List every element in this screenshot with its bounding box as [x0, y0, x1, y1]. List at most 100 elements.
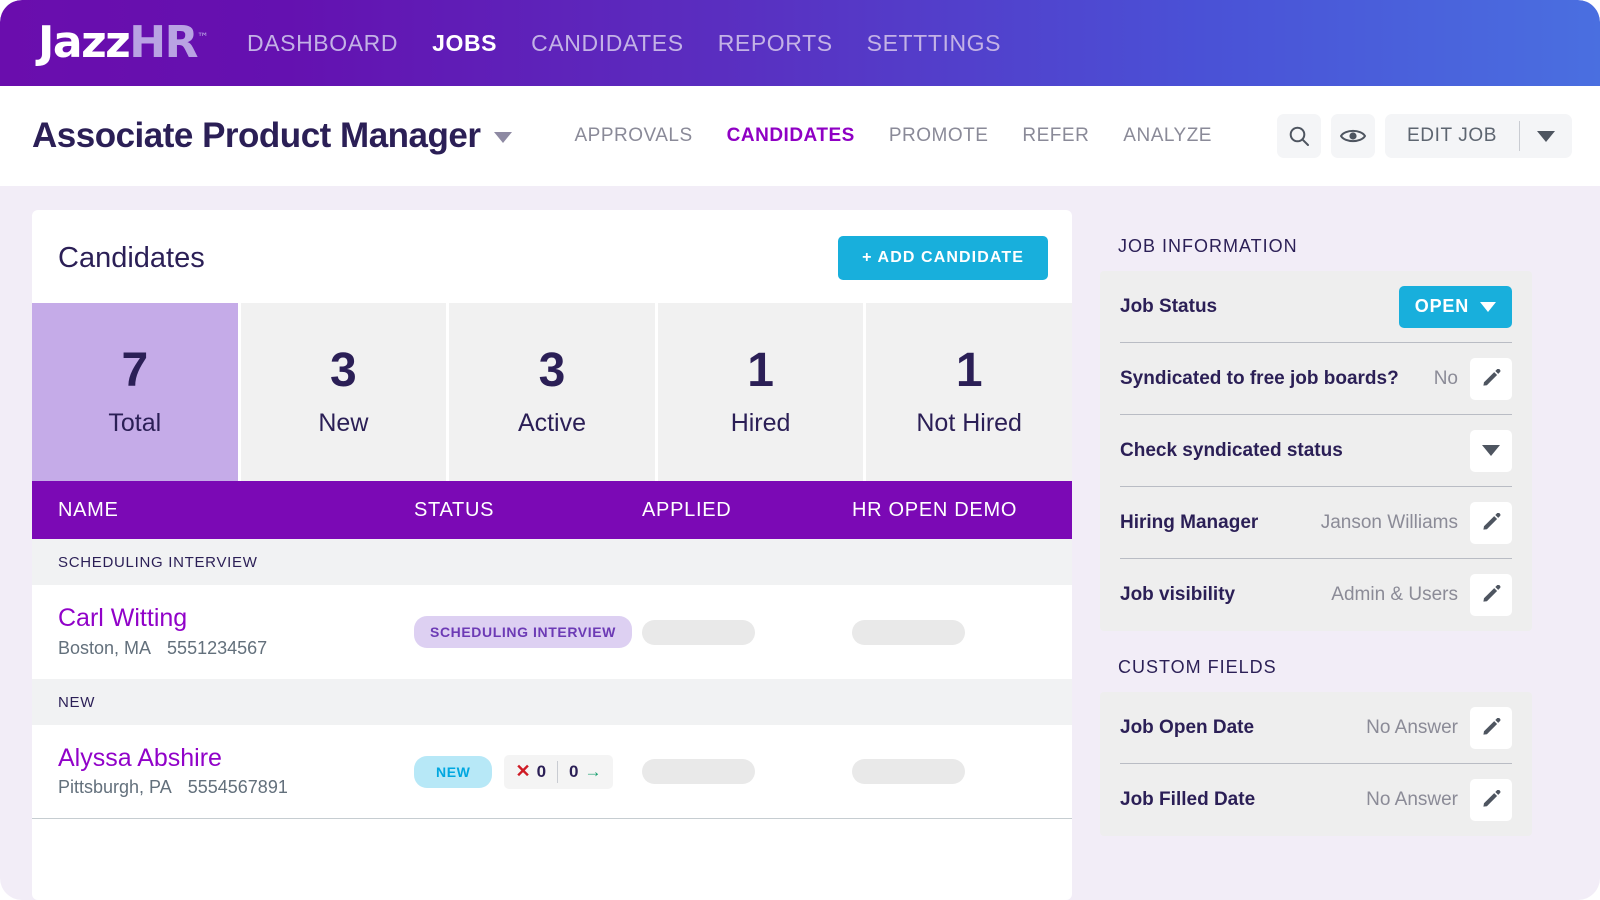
stat-tab-active[interactable]: 3 Active [449, 303, 658, 481]
custom-fields-heading: CUSTOM FIELDS [1118, 657, 1532, 678]
tab-candidates[interactable]: CANDIDATES [727, 125, 855, 147]
job-status-dropdown-button[interactable]: OPEN [1399, 286, 1512, 328]
stat-label-total: Total [108, 409, 161, 438]
job-sidebar: JOB INFORMATION Job Status OPEN Syndicat… [1100, 210, 1532, 900]
edit-job-filled-date-button[interactable] [1470, 779, 1512, 821]
edit-job-open-date-button[interactable] [1470, 707, 1512, 749]
advance-count: 0 [569, 762, 578, 782]
column-header-hr-open-demo[interactable]: HR OPEN DEMO [852, 499, 1046, 522]
stat-label-new: New [318, 409, 368, 438]
hiring-manager-label: Hiring Manager [1120, 512, 1258, 534]
job-information-box: Job Status OPEN Syndicated to free job b… [1100, 271, 1532, 631]
preview-job-button[interactable] [1331, 114, 1375, 158]
nav-item-candidates[interactable]: CANDIDATES [531, 30, 684, 57]
app-window: JazzHR™ DASHBOARD JOBS CANDIDATES REPORT… [0, 0, 1600, 900]
logo-text-jazz: Jazz [38, 17, 129, 68]
candidates-title: Candidates [58, 242, 205, 275]
stat-tab-not-hired[interactable]: 1 Not Hired [866, 303, 1072, 481]
edit-job-visibility-button[interactable] [1470, 574, 1512, 616]
stat-value-total: 7 [121, 347, 148, 395]
search-button[interactable] [1277, 114, 1321, 158]
sidebar-row-job-visibility: Job visibility Admin & Users [1120, 559, 1512, 631]
job-sub-header: Associate Product Manager APPROVALS CAND… [0, 86, 1600, 186]
candidate-meta: Pittsburgh, PA 5554567891 [58, 777, 414, 798]
eye-icon [1340, 126, 1366, 146]
candidate-name-link[interactable]: Carl Witting [58, 605, 414, 633]
stat-label-active: Active [518, 409, 586, 438]
column-header-status[interactable]: STATUS [414, 499, 642, 522]
table-row[interactable]: Carl Witting Boston, MA5551234567 SCHEDU… [32, 585, 1072, 679]
candidate-applied-cell [642, 620, 852, 645]
job-open-date-value: No Answer [1366, 717, 1458, 739]
hr-open-demo-placeholder [852, 620, 965, 645]
candidates-card: Candidates + ADD CANDIDATE 7 Total 3 New… [32, 210, 1072, 900]
candidate-location: Pittsburgh, PA [58, 777, 172, 797]
stat-tab-total[interactable]: 7 Total [32, 303, 241, 481]
candidate-location: Boston, MA [58, 638, 151, 658]
job-visibility-value: Admin & Users [1331, 584, 1458, 606]
tab-analyze[interactable]: ANALYZE [1123, 125, 1212, 147]
candidate-meta: Boston, MA5551234567 [58, 638, 414, 659]
logo-trademark: ™ [197, 30, 209, 44]
edit-syndicated-button[interactable] [1470, 358, 1512, 400]
header-actions: EDIT JOB [1277, 114, 1572, 158]
applied-placeholder [642, 620, 755, 645]
tab-refer[interactable]: REFER [1022, 125, 1089, 147]
candidate-status-cell: SCHEDULING INTERVIEW [414, 616, 642, 648]
stat-label-not-hired: Not Hired [916, 409, 1022, 438]
pencil-icon [1481, 369, 1501, 389]
logo-text-hr: HR [129, 17, 197, 68]
page-title-wrapper: Associate Product Manager [32, 116, 512, 156]
stat-value-not-hired: 1 [956, 347, 983, 395]
edit-job-button[interactable]: EDIT JOB [1385, 114, 1572, 158]
job-tabs: APPROVALS CANDIDATES PROMOTE REFER ANALY… [574, 125, 1212, 147]
table-row[interactable]: Alyssa Abshire Pittsburgh, PA5554567891 … [32, 725, 1072, 819]
custom-fields-box: Job Open Date No Answer Job Filled Date … [1100, 692, 1532, 836]
tab-approvals[interactable]: APPROVALS [574, 125, 692, 147]
jazzhr-logo[interactable]: JazzHR™ [38, 21, 209, 65]
stat-tab-hired[interactable]: 1 Hired [658, 303, 867, 481]
add-candidate-button[interactable]: + ADD CANDIDATE [838, 236, 1048, 280]
hr-open-demo-placeholder [852, 759, 965, 784]
sidebar-row-syndicated: Syndicated to free job boards? No [1120, 343, 1512, 415]
check-syndicated-dropdown[interactable] [1470, 430, 1512, 472]
column-header-applied[interactable]: APPLIED [642, 499, 852, 522]
chevron-down-icon [1537, 131, 1555, 142]
pencil-icon [1481, 585, 1501, 605]
syndicated-label: Syndicated to free job boards? [1120, 368, 1399, 390]
advance-counter[interactable]: 0 → [558, 762, 612, 782]
sidebar-row-check-syndicated: Check syndicated status [1120, 415, 1512, 487]
nav-item-settings[interactable]: SETTTINGS [867, 30, 1001, 57]
candidate-name-cell: Alyssa Abshire Pittsburgh, PA 5554567891 [58, 745, 414, 799]
job-information-heading: JOB INFORMATION [1118, 236, 1532, 257]
candidate-action-counter: ✕ 0 0 → [504, 755, 612, 789]
edit-job-dropdown-toggle[interactable] [1520, 131, 1572, 142]
sidebar-row-job-filled-date: Job Filled Date No Answer [1120, 764, 1512, 836]
check-syndicated-label: Check syndicated status [1120, 440, 1343, 462]
edit-hiring-manager-button[interactable] [1470, 502, 1512, 544]
page-body: Candidates + ADD CANDIDATE 7 Total 3 New… [0, 186, 1600, 900]
nav-item-dashboard[interactable]: DASHBOARD [247, 30, 398, 57]
status-with-counter: NEW ✕ 0 0 → [414, 755, 642, 789]
tab-promote[interactable]: PROMOTE [889, 125, 989, 147]
candidate-phone: 5554567891 [188, 777, 288, 797]
candidate-name-cell: Carl Witting Boston, MA5551234567 [58, 605, 414, 659]
nav-item-jobs[interactable]: JOBS [432, 30, 497, 57]
sidebar-row-hiring-manager: Hiring Manager Janson Williams [1120, 487, 1512, 559]
group-header-scheduling-interview: SCHEDULING INTERVIEW [32, 539, 1072, 585]
arrow-right-icon: → [585, 762, 602, 782]
chevron-down-icon [1480, 302, 1496, 312]
close-icon: ✕ [515, 761, 530, 782]
candidate-name-link[interactable]: Alyssa Abshire [58, 745, 414, 773]
column-header-name[interactable]: NAME [58, 499, 414, 522]
page-title: Associate Product Manager [32, 116, 480, 155]
status-badge[interactable]: NEW [414, 756, 492, 788]
chevron-down-icon[interactable] [494, 132, 512, 143]
stat-tab-new[interactable]: 3 New [241, 303, 450, 481]
status-badge[interactable]: SCHEDULING INTERVIEW [414, 616, 632, 648]
candidates-table-header: NAME STATUS APPLIED HR OPEN DEMO [32, 481, 1072, 539]
pencil-icon [1481, 790, 1501, 810]
candidate-stats-tabs: 7 Total 3 New 3 Active 1 Hired 1 Not H [32, 302, 1072, 481]
reject-counter[interactable]: ✕ 0 [504, 761, 557, 782]
nav-item-reports[interactable]: REPORTS [718, 30, 833, 57]
